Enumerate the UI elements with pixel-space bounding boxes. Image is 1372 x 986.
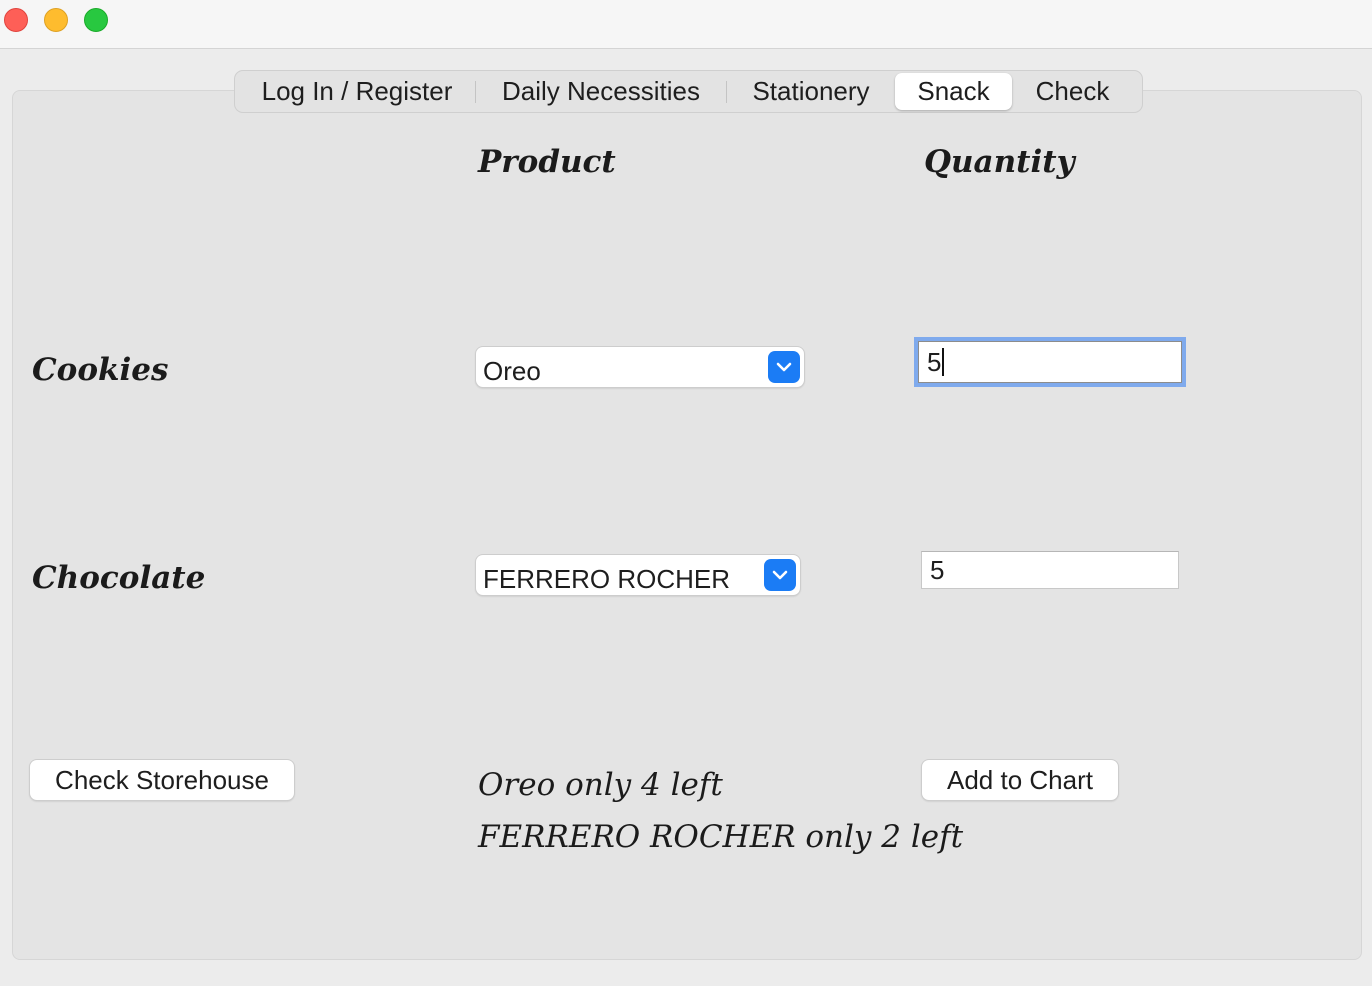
tab-label: Stationery xyxy=(752,76,870,106)
quantity-column-header: Quantity xyxy=(924,144,1075,180)
chocolate-label: Chocolate xyxy=(32,560,206,596)
check-storehouse-button[interactable]: Check Storehouse xyxy=(30,760,294,800)
close-window-button[interactable] xyxy=(4,8,28,32)
input-value: 5 xyxy=(927,346,942,377)
cookies-label: Cookies xyxy=(32,352,169,388)
input-value: 5 xyxy=(930,554,945,585)
add-to-chart-button[interactable]: Add to Chart xyxy=(922,760,1118,800)
minimize-window-button[interactable] xyxy=(44,8,68,32)
chevron-down-icon xyxy=(768,351,800,383)
cookies-product-select[interactable]: Oreo xyxy=(476,347,804,387)
tab-log-in-register[interactable]: Log In / Register xyxy=(239,73,475,110)
tab-label: Check xyxy=(1035,76,1110,106)
tab-bar: Log In / Register Daily Necessities Stat… xyxy=(234,70,1143,113)
zoom-window-button[interactable] xyxy=(84,8,108,32)
app-window: Log In / Register Daily Necessities Stat… xyxy=(0,0,1372,986)
text-caret xyxy=(942,348,945,376)
product-column-header: Product xyxy=(478,144,616,180)
tab-label: Daily Necessities xyxy=(502,76,700,106)
tab-label: Snack xyxy=(917,76,990,106)
stock-message: Oreo only 4 left xyxy=(478,767,723,803)
select-value: Oreo xyxy=(483,356,541,386)
tab-check[interactable]: Check xyxy=(1012,73,1133,110)
select-value: FERRERO ROCHER xyxy=(483,564,731,594)
chocolate-quantity-input[interactable]: 5 xyxy=(921,551,1179,589)
cookies-quantity-input[interactable]: 5 xyxy=(918,341,1182,383)
tab-label: Log In / Register xyxy=(261,76,453,106)
stock-message: FERRERO ROCHER only 2 left xyxy=(478,819,964,855)
chocolate-product-select[interactable]: FERRERO ROCHER xyxy=(476,555,800,595)
tab-stationery[interactable]: Stationery xyxy=(727,73,895,110)
tab-daily-necessities[interactable]: Daily Necessities xyxy=(476,73,726,110)
chevron-down-icon xyxy=(764,559,796,591)
title-bar xyxy=(0,0,1372,49)
tab-snack[interactable]: Snack xyxy=(895,73,1012,110)
